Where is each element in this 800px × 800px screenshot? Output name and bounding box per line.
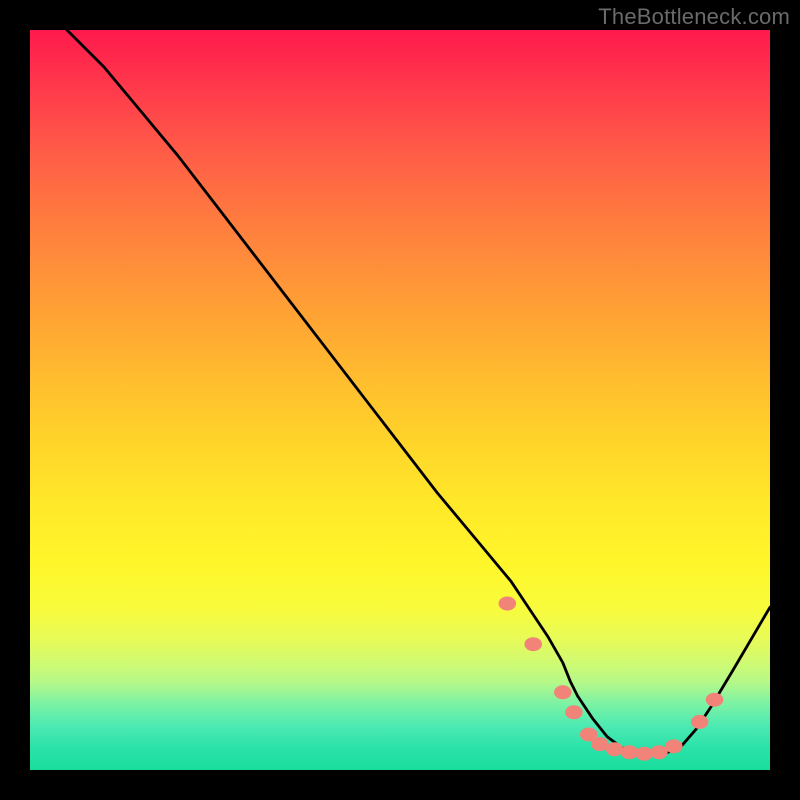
data-marker (621, 745, 639, 759)
data-marker (565, 705, 583, 719)
data-marker (650, 745, 668, 759)
data-marker (665, 739, 683, 753)
watermark-text: TheBottleneck.com (598, 4, 790, 30)
curve-path (30, 30, 770, 754)
data-marker (499, 597, 517, 611)
curve-layer (30, 30, 770, 754)
data-marker (524, 637, 542, 651)
data-marker (554, 685, 572, 699)
plot-svg (30, 30, 770, 770)
plot-area (30, 30, 770, 770)
data-marker (706, 693, 724, 707)
data-marker (635, 747, 653, 761)
data-marker (691, 715, 709, 729)
data-marker (606, 742, 624, 756)
chart-frame: TheBottleneck.com (0, 0, 800, 800)
